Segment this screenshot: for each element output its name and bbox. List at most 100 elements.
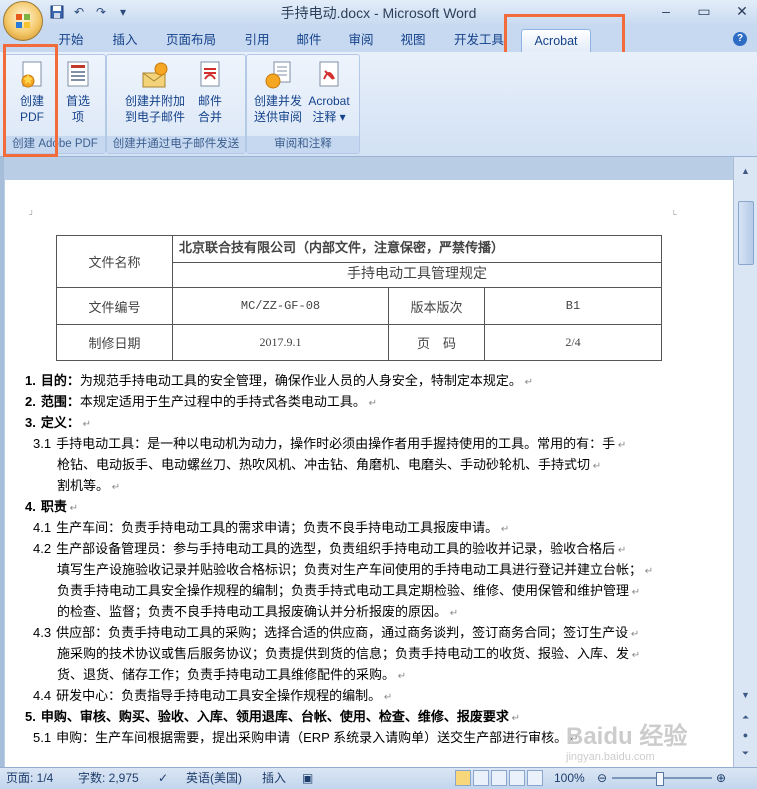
create-send-review-icon xyxy=(262,59,294,91)
word-count-status[interactable]: 字数: 2,975 xyxy=(78,770,139,787)
document-line: 4.1 生产车间：负责手持电动工具的需求申请；负责不良手持电动工具报废申请。 ↵ xyxy=(33,517,509,540)
line-number: 3. xyxy=(25,415,36,430)
tab-developer[interactable]: 开发工具 xyxy=(446,29,512,51)
paragraph-mark-icon: ↵ xyxy=(365,398,378,409)
page-count-status[interactable]: 页面: 1/4 xyxy=(6,770,53,787)
document-line: 的检查、监督；负责不良手持电动工具报废确认并分析报废的原因。 ↵ xyxy=(57,601,458,624)
line-number: 4.2 xyxy=(33,541,52,556)
print-layout-view-icon[interactable] xyxy=(455,770,471,786)
document-page[interactable]: ┘ └ 文件名称 北京联合技有限公司（内部文件，注意保密，严禁传播） 手持电动工… xyxy=(5,180,733,767)
preferences-label-2: 项 xyxy=(71,110,84,124)
watermark-text: Baidu 经验 xyxy=(566,723,688,750)
create-send-review-button[interactable]: 创建并发 送供审阅 xyxy=(251,59,305,125)
help-icon[interactable]: ? xyxy=(733,32,747,46)
tab-page-layout[interactable]: 页面布局 xyxy=(158,29,224,51)
proofing-icon[interactable]: ✓ xyxy=(158,770,174,787)
minimize-icon[interactable]: – xyxy=(659,2,673,20)
ribbon: 创建 PDF 首选 项 创建 Adobe PDF 创建并附加 到电子邮件 邮件 … xyxy=(0,52,757,157)
window-title: 手持电动.docx - Microsoft Word xyxy=(280,5,477,21)
zoom-out-icon[interactable]: ⊖ xyxy=(597,770,607,787)
document-line: 4.2 生产部设备管理员：参与手持电动工具的选型，负责组织手持电动工具的验收并记录… xyxy=(33,538,626,561)
paragraph-mark-icon: ↵ xyxy=(590,461,602,472)
margin-mark-left: ┘ xyxy=(29,210,35,219)
page-value: 2/4 xyxy=(484,324,662,361)
line-number: 2. xyxy=(25,394,36,409)
scroll-down-icon[interactable]: ▼ xyxy=(737,687,754,703)
zoom-level[interactable]: 100% xyxy=(554,770,585,787)
create-attach-email-button[interactable]: 创建并附加 到电子邮件 xyxy=(121,59,189,125)
preferences-button[interactable]: 首选 项 xyxy=(57,59,99,125)
tab-insert[interactable]: 插入 xyxy=(104,29,146,51)
document-line: 填写生产设施验收记录并贴验收合格标识；负责对生产车间使用的手持电动工具进行登记并… xyxy=(57,559,653,582)
acrobat-comment-button[interactable]: Acrobat 注释 ▾ xyxy=(303,59,355,125)
web-layout-view-icon[interactable] xyxy=(491,770,507,786)
line-number: 5.1 xyxy=(33,730,52,745)
document-line: 施采购的技术协议或售后服务协议；负责提供到货的信息；负责手持电动工的收货、报验、… xyxy=(57,643,640,666)
draft-view-icon[interactable] xyxy=(527,770,543,786)
document-line: 4.4 研发中心：负责指导手持电动工具安全操作规程的编制。 ↵ xyxy=(33,685,392,708)
title-bar: ↶ ↷ ▾ 手持电动.docx - Microsoft Word – ▭ ✕ xyxy=(0,0,757,26)
line-number: 4.3 xyxy=(33,625,52,640)
line-text: 供应部：负责手持电动工具的采购；选择合适的供应商，通过商务谈判，签订商务合同；签… xyxy=(56,625,629,640)
line-text: 货、退货、储存工作；负责手持电动工具维修配件的采购。 xyxy=(57,667,396,682)
paragraph-mark-icon: ↵ xyxy=(109,482,121,493)
maximize-icon[interactable]: ▭ xyxy=(697,2,711,20)
date-value: 2017.9.1 xyxy=(172,324,389,361)
preferences-label-1: 首选 xyxy=(65,94,90,108)
watermark-url: jingyan.baidu.com xyxy=(566,751,655,763)
line-text: 的检查、监督；负责不良手持电动工具报废确认并分析报废的原因。 xyxy=(57,604,448,619)
scroll-up-icon[interactable]: ▲ xyxy=(737,163,754,179)
mail-merge-button[interactable]: 邮件 合并 xyxy=(191,59,229,125)
create-attach-email-icon xyxy=(139,59,171,91)
vertical-ruler xyxy=(0,157,4,767)
outline-view-icon[interactable] xyxy=(509,770,525,786)
page-label: 页 码 xyxy=(388,324,485,361)
line-number: 5. xyxy=(25,709,36,724)
line-heading: 范围： xyxy=(40,394,80,409)
zoom-in-icon[interactable]: ⊕ xyxy=(716,770,726,787)
line-number: 3.1 xyxy=(33,436,52,451)
close-icon[interactable]: ✕ xyxy=(735,2,749,20)
paragraph-mark-icon: ↵ xyxy=(629,587,641,598)
tab-mailings[interactable]: 邮件 xyxy=(288,29,330,51)
line-text: 申购：生产车间根据需要，提出采购申请（ERP 系统录入请购单）送交生产部进行审核… xyxy=(56,730,568,745)
office-button[interactable] xyxy=(3,1,43,41)
document-line: 5.1 申购：生产车间根据需要，提出采购申请（ERP 系统录入请购单）送交生产部进… xyxy=(33,727,578,750)
scroll-thumb[interactable] xyxy=(738,201,754,265)
line-number: 4.4 xyxy=(33,688,52,703)
create-attach-email-label-2: 到电子邮件 xyxy=(124,110,185,124)
line-heading: 定义： xyxy=(40,415,80,430)
group-label-review-comment: 审阅和注释 xyxy=(247,136,359,153)
line-text: 手持电动工具：是一种以电动机为动力，操作时必须由操作者用手握持使用的工具。常用的… xyxy=(56,436,616,451)
create-attach-email-label-1: 创建并附加 xyxy=(124,94,185,108)
office-logo-icon xyxy=(16,14,30,28)
line-text: 枪钻、电动扳手、电动螺丝刀、热吹风机、冲击钻、角磨机、电磨头、手动砂轮机、手持式… xyxy=(57,457,591,472)
create-send-review-label-1: 创建并发 xyxy=(253,94,302,108)
full-screen-reading-view-icon[interactable] xyxy=(473,770,489,786)
insert-mode-status[interactable]: 插入 xyxy=(262,770,286,787)
line-text: 生产部设备管理员：参与手持电动工具的选型，负责组织手持电动工具的验收并记录，验收… xyxy=(56,541,616,556)
line-text: 负责手持电动工具安全操作规程的编制；负责手持式电动工具定期检验、维修、使用保管和… xyxy=(57,583,630,598)
tab-view[interactable]: 视图 xyxy=(392,29,434,51)
file-name-label: 文件名称 xyxy=(56,235,173,288)
document-header-table: 文件名称 北京联合技有限公司（内部文件，注意保密，严禁传播） 手持电动工具管理规… xyxy=(56,235,662,361)
ribbon-tabs: 开始 插入 页面布局 引用 邮件 审阅 视图 开发工具 Acrobat ? xyxy=(0,26,757,52)
acrobat-comment-label-1: Acrobat xyxy=(308,94,350,108)
line-text: 本规定适用于生产过程中的手持式各类电动工具。 xyxy=(79,394,366,409)
tab-review[interactable]: 审阅 xyxy=(340,29,382,51)
paragraph-mark-icon: ↵ xyxy=(628,629,640,640)
document-line: 负责手持电动工具安全操作规程的编制；负责手持式电动工具定期检验、维修、使用保管和… xyxy=(57,580,640,603)
group-review-comment: 创建并发 送供审阅 Acrobat 注释 ▾ 审阅和注释 xyxy=(246,54,360,154)
document-line: 枪钻、电动扳手、电动螺丝刀、热吹风机、冲击钻、角磨机、电磨头、手动砂轮机、手持式… xyxy=(57,454,601,477)
paragraph-mark-icon: ↵ xyxy=(381,692,393,703)
zoom-slider-knob[interactable] xyxy=(656,772,664,786)
line-heading: 职责 xyxy=(40,499,67,514)
vertical-scrollbar[interactable]: ▲ ▼ ⏶ ● ⏷ xyxy=(733,157,757,767)
acrobat-comment-icon xyxy=(313,59,345,91)
macro-record-icon[interactable]: ▣ xyxy=(302,770,318,787)
tab-references[interactable]: 引用 xyxy=(236,29,278,51)
create-pdf-highlight xyxy=(3,44,58,157)
document-line: 3. 定义： ↵ xyxy=(25,412,91,435)
paragraph-mark-icon: ↵ xyxy=(521,377,534,388)
language-status[interactable]: 英语(美国) xyxy=(186,770,242,787)
